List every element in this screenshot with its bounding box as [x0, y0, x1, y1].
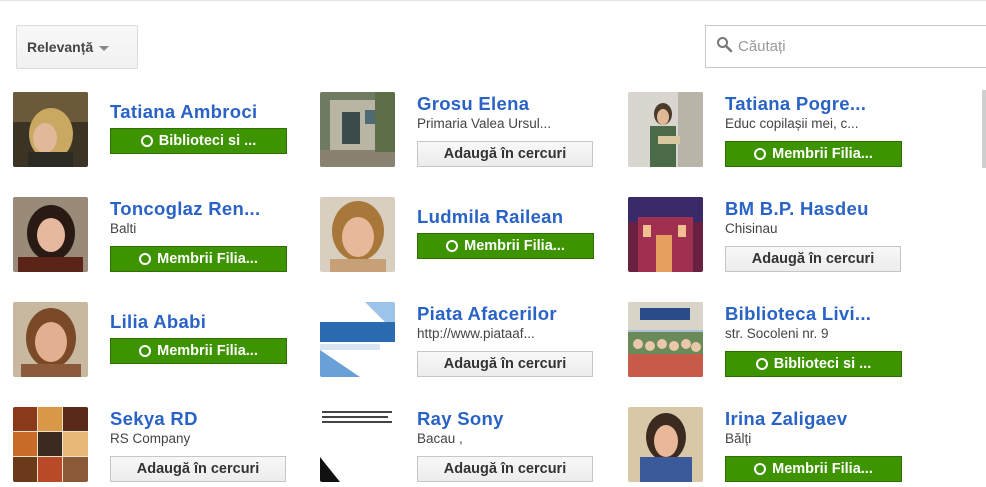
circle-button[interactable]: Membrii Filia... [725, 456, 902, 482]
top-divider [0, 0, 986, 1]
circle-icon [139, 253, 152, 265]
circle-button[interactable]: Membrii Filia... [725, 141, 902, 167]
add-to-circles-label: Adaugă în cercuri [443, 461, 567, 477]
person-name[interactable]: Grosu Elena [417, 93, 607, 115]
circle-button-label: Biblioteci si ... [158, 133, 257, 149]
person-subtitle: Bălți [725, 431, 752, 446]
add-to-circles-button[interactable]: Adaugă în cercuri [110, 456, 286, 482]
avatar[interactable] [628, 302, 703, 377]
avatar[interactable] [320, 92, 395, 167]
sort-label: Relevanță [27, 39, 94, 55]
sort-relevance-button[interactable]: Relevanță [16, 25, 138, 69]
person-subtitle: RS Company [110, 431, 191, 446]
person-name[interactable]: Lilia Ababi [110, 311, 300, 333]
person-name[interactable]: BM B.P. Hasdeu [725, 198, 915, 220]
scrollbar[interactable] [982, 90, 986, 168]
search-input[interactable] [738, 38, 958, 55]
person-card[interactable]: BM B.P. Hasdeu Chisinau Adaugă în cercur… [628, 197, 928, 277]
circle-icon [139, 345, 152, 357]
circle-button[interactable]: Membrii Filia... [417, 233, 594, 259]
person-card[interactable]: Grosu Elena Primaria Valea Ursul... Adau… [320, 92, 620, 172]
add-to-circles-button[interactable]: Adaugă în cercuri [417, 351, 593, 377]
person-subtitle: Educ copilașii mei, c... [725, 116, 859, 131]
circle-icon [140, 135, 153, 147]
person-card[interactable]: Tatiana Ambroci Biblioteci si ... [13, 92, 313, 172]
chevron-down-icon [99, 45, 110, 51]
circle-button-label: Membrii Filia... [157, 251, 258, 267]
avatar[interactable] [320, 407, 395, 482]
person-name[interactable]: Irina Zaligaev [725, 408, 915, 430]
circle-icon [754, 148, 767, 160]
circle-button-label: Membrii Filia... [772, 146, 873, 162]
person-subtitle: http://www.piataaf... [417, 326, 535, 341]
person-name[interactable]: Ray Sony [417, 408, 607, 430]
add-to-circles-label: Adaugă în cercuri [136, 461, 260, 477]
avatar[interactable] [13, 407, 88, 482]
add-to-circles-label: Adaugă în cercuri [751, 251, 875, 267]
avatar[interactable] [320, 302, 395, 377]
circle-button[interactable]: Biblioteci si ... [110, 128, 287, 154]
circle-icon [446, 240, 459, 252]
person-subtitle: Chisinau [725, 221, 778, 236]
person-subtitle: Balti [110, 221, 137, 236]
person-name[interactable]: Biblioteca Livi... [725, 303, 915, 325]
person-name[interactable]: Sekya RD [110, 408, 300, 430]
circle-button-label: Membrii Filia... [464, 238, 565, 254]
person-name[interactable]: Toncoglaz Ren... [110, 198, 300, 220]
person-card[interactable]: Toncoglaz Ren... Balti Membrii Filia... [13, 197, 313, 277]
person-card[interactable]: Irina Zaligaev Bălți Membrii Filia... [628, 407, 928, 487]
avatar[interactable] [13, 92, 88, 167]
search-icon [716, 36, 733, 58]
avatar[interactable] [628, 197, 703, 272]
circle-button-label: Biblioteci si ... [773, 356, 872, 372]
person-name[interactable]: Piata Afacerilor [417, 303, 607, 325]
person-card[interactable]: Ray Sony Bacau , Adaugă în cercuri [320, 407, 620, 487]
person-subtitle: str. Socoleni nr. 9 [725, 326, 829, 341]
add-to-circles-label: Adaugă în cercuri [443, 146, 567, 162]
person-card[interactable]: Biblioteca Livi... str. Socoleni nr. 9 B… [628, 302, 928, 382]
add-to-circles-label: Adaugă în cercuri [443, 356, 567, 372]
person-name[interactable]: Ludmila Railean [417, 206, 607, 228]
person-card[interactable]: Piata Afacerilor http://www.piataaf... A… [320, 302, 620, 382]
add-to-circles-button[interactable]: Adaugă în cercuri [417, 456, 593, 482]
circle-button[interactable]: Biblioteci si ... [725, 351, 902, 377]
person-card[interactable]: Lilia Ababi Membrii Filia... [13, 302, 313, 382]
avatar[interactable] [320, 197, 395, 272]
circle-button[interactable]: Membrii Filia... [110, 338, 287, 364]
add-to-circles-button[interactable]: Adaugă în cercuri [725, 246, 901, 272]
person-subtitle: Primaria Valea Ursul... [417, 116, 552, 131]
circle-button[interactable]: Membrii Filia... [110, 246, 287, 272]
person-name[interactable]: Tatiana Pogre... [725, 93, 915, 115]
person-card[interactable]: Tatiana Pogre... Educ copilașii mei, c..… [628, 92, 928, 172]
avatar[interactable] [628, 92, 703, 167]
circle-icon [754, 463, 767, 475]
person-card[interactable]: Ludmila Railean Membrii Filia... [320, 197, 620, 277]
person-card[interactable]: Sekya RD RS Company Adaugă în cercuri [13, 407, 313, 487]
avatar[interactable] [13, 302, 88, 377]
add-to-circles-button[interactable]: Adaugă în cercuri [417, 141, 593, 167]
person-name[interactable]: Tatiana Ambroci [110, 101, 300, 123]
avatar[interactable] [628, 407, 703, 482]
avatar[interactable] [13, 197, 88, 272]
circle-icon [755, 358, 768, 370]
search-box[interactable] [705, 25, 986, 68]
person-subtitle: Bacau , [417, 431, 463, 446]
circle-button-label: Membrii Filia... [772, 461, 873, 477]
circle-button-label: Membrii Filia... [157, 343, 258, 359]
